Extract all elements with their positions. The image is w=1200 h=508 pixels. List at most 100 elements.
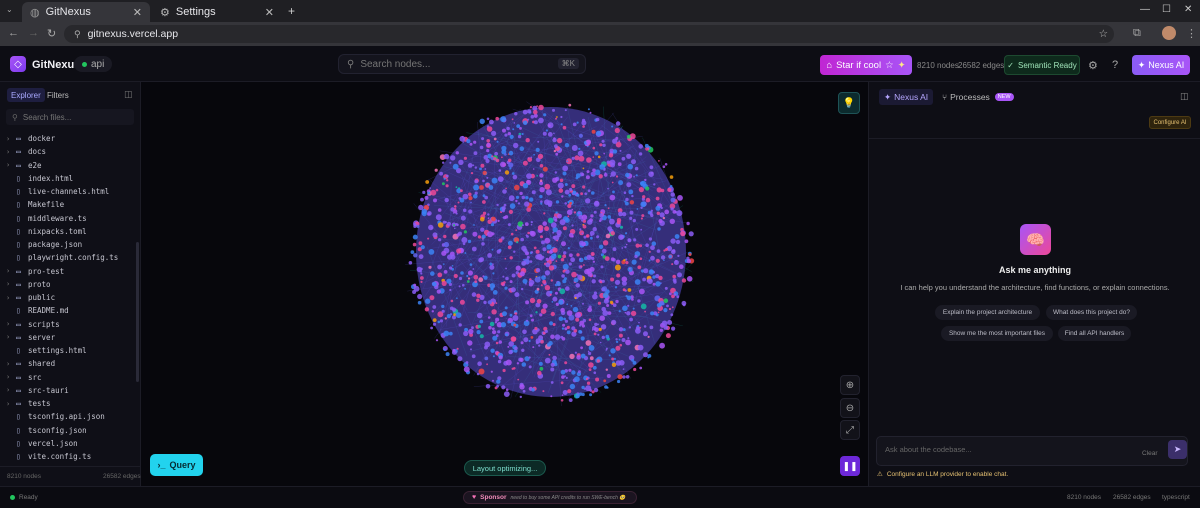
forward-arrow-icon[interactable]: →	[28, 27, 39, 39]
folder-item[interactable]: › ▭ tests	[6, 397, 51, 410]
file-search-input[interactable]	[22, 112, 123, 122]
collapse-sidebar-icon[interactable]: ◫	[124, 89, 133, 100]
bookmark-star-icon[interactable]: ☆	[1099, 28, 1108, 40]
tab-filters[interactable]: Filters	[43, 88, 73, 102]
folder-item[interactable]: › ▭ src-tauri	[6, 384, 69, 397]
repo-selector[interactable]: api	[74, 56, 113, 72]
file-icon: ▯	[16, 306, 21, 316]
file-icon: ▯	[16, 425, 21, 435]
tab-settings[interactable]: ⚙ Settings ✕	[152, 2, 282, 22]
divider	[869, 138, 1200, 139]
folder-item[interactable]: › ▭ public	[6, 291, 55, 304]
send-icon[interactable]: ➤	[1168, 440, 1187, 459]
nexus-ai-button[interactable]: ✦ Nexus AI	[1132, 55, 1190, 75]
heart-icon: ♥	[472, 494, 477, 501]
folder-icon: ▭	[16, 134, 21, 143]
close-icon[interactable]: ✕	[133, 6, 142, 19]
tab-explorer[interactable]: Explorer	[7, 88, 45, 102]
browser-menu-icon[interactable]: ⋮	[1186, 27, 1197, 40]
minimize-button[interactable]: —	[1140, 4, 1150, 15]
file-item[interactable]: ▯ README.md	[6, 304, 69, 317]
file-item[interactable]: ▯ live-channels.html	[6, 185, 109, 198]
file-item[interactable]: ▯ Makefile	[6, 198, 64, 211]
star-if-cool-button[interactable]: ⌂ Star if cool ☆ ✦	[820, 55, 912, 75]
file-item[interactable]: ▯ index.html	[6, 172, 73, 185]
url-field[interactable]: ⚲ gitnexus.vercel.app ☆	[64, 25, 1114, 43]
configure-ai-button[interactable]: Configure AI	[1149, 116, 1191, 129]
folder-item[interactable]: › ▭ docker	[6, 132, 55, 145]
chat-input[interactable]	[885, 443, 1125, 455]
status-nodes: 8210 nodes	[1067, 494, 1101, 501]
close-icon[interactable]: ✕	[265, 6, 274, 19]
tab-gitnexus[interactable]: ◍ GitNexus ✕	[22, 2, 150, 22]
sponsor-banner[interactable]: ♥ Sponsor need to buy some API credits t…	[463, 491, 637, 504]
github-icon: ⌂	[826, 59, 833, 71]
tree-item-label: tests	[28, 399, 51, 408]
fit-view-icon[interactable]: ⤢	[840, 420, 860, 440]
sparkle-icon: ✦	[897, 59, 906, 71]
suggestion-chip[interactable]: What does this project do?	[1046, 305, 1137, 320]
folder-item[interactable]: › ▭ e2e	[6, 159, 42, 172]
file-item[interactable]: ▯ playwright.config.ts	[6, 251, 118, 264]
file-icon: ▯	[16, 213, 21, 223]
tree-item-label: src	[28, 372, 42, 382]
graph-canvas[interactable]: 💡 ⊕ ⊖ ⤢ ❚❚ ›_ Query Layout optimizing...	[141, 82, 868, 486]
zoom-out-icon[interactable]: ⊖	[840, 398, 860, 418]
reload-icon[interactable]: ↻	[47, 27, 56, 40]
file-explorer-sidebar: Explorer Filters ◫ ⚲ › ▭ docker › ▭ docs › ▭ e2e…	[0, 82, 141, 486]
file-search-field[interactable]: ⚲	[6, 109, 134, 125]
profile-avatar[interactable]	[1162, 26, 1176, 40]
folder-item[interactable]: › ▭ proto	[6, 278, 51, 291]
branch-icon: ⑂	[942, 92, 948, 102]
lightbulb-icon[interactable]: 💡	[838, 92, 860, 114]
file-item[interactable]: ▯ vite.config.ts	[6, 450, 91, 463]
file-item[interactable]: ▯ tsconfig.json	[6, 424, 87, 437]
suggestion-chip[interactable]: Explain the project architecture	[935, 305, 1040, 320]
graph-visualization[interactable]	[141, 82, 868, 486]
file-item[interactable]: ▯ middleware.ts	[6, 212, 87, 225]
pause-layout-button[interactable]: ❚❚	[840, 456, 860, 476]
tab-title: GitNexus	[45, 6, 91, 18]
clear-button[interactable]: Clear	[1142, 450, 1158, 457]
folder-item[interactable]: › ▭ shared	[6, 357, 55, 370]
tab-label: Nexus AI	[894, 92, 929, 102]
suggestion-chip[interactable]: Show me the most important files	[941, 326, 1053, 341]
tab-processes[interactable]: ⑂ Processes NEW	[937, 89, 1019, 105]
tab-list-icon[interactable]: ⌄	[6, 5, 13, 14]
search-nodes-field[interactable]: ⚲ ⌘K	[338, 54, 586, 74]
file-item[interactable]: ▯ vercel.json	[6, 437, 78, 450]
tree-item-label: scripts	[28, 319, 60, 329]
semantic-status-badge: ✓ Semantic Ready	[1004, 55, 1080, 75]
new-tab-button[interactable]: +	[288, 4, 295, 18]
tab-nexus-ai[interactable]: ✦ Nexus AI	[879, 89, 934, 105]
folder-item[interactable]: › ▭ docs	[6, 145, 46, 158]
search-nodes-input[interactable]	[360, 58, 551, 70]
help-icon[interactable]: ?	[1112, 59, 1118, 71]
extensions-icon[interactable]: ⧉	[1133, 27, 1141, 40]
file-item[interactable]: ▯ package.json	[6, 238, 82, 251]
file-item[interactable]: ▯ nixpacks.toml	[6, 225, 87, 238]
zoom-in-icon[interactable]: ⊕	[840, 375, 860, 395]
back-arrow-icon[interactable]: ←	[8, 27, 19, 39]
query-button[interactable]: ›_ Query	[150, 454, 203, 476]
file-item[interactable]: ▯ tsconfig.api.json	[6, 410, 105, 423]
suggestion-chip[interactable]: Find all API handlers	[1058, 326, 1131, 341]
chevron-right-icon: ›	[6, 386, 11, 395]
folder-item[interactable]: › ▭ pro-test	[6, 265, 64, 278]
folder-icon: ▭	[16, 147, 21, 157]
search-icon: ⚲	[347, 58, 355, 70]
tree-item-label: docs	[28, 147, 47, 157]
tree-item-label: proto	[28, 279, 51, 289]
scrollbar[interactable]	[136, 242, 139, 382]
ready-status: Ready	[10, 494, 38, 501]
file-item[interactable]: ▯ settings.html	[6, 344, 87, 357]
folder-item[interactable]: › ▭ src	[6, 371, 42, 384]
file-icon: ▯	[16, 173, 21, 183]
folder-item[interactable]: › ▭ scripts	[6, 318, 60, 331]
folder-item[interactable]: › ▭ server	[6, 331, 55, 344]
panel-collapse-icon[interactable]: ◫	[1180, 91, 1189, 102]
maximize-button[interactable]: ☐	[1162, 4, 1171, 15]
site-info-icon[interactable]: ⚲	[74, 29, 81, 40]
settings-gear-icon[interactable]: ⚙	[1088, 59, 1098, 72]
window-close-button[interactable]: ✕	[1184, 4, 1192, 15]
